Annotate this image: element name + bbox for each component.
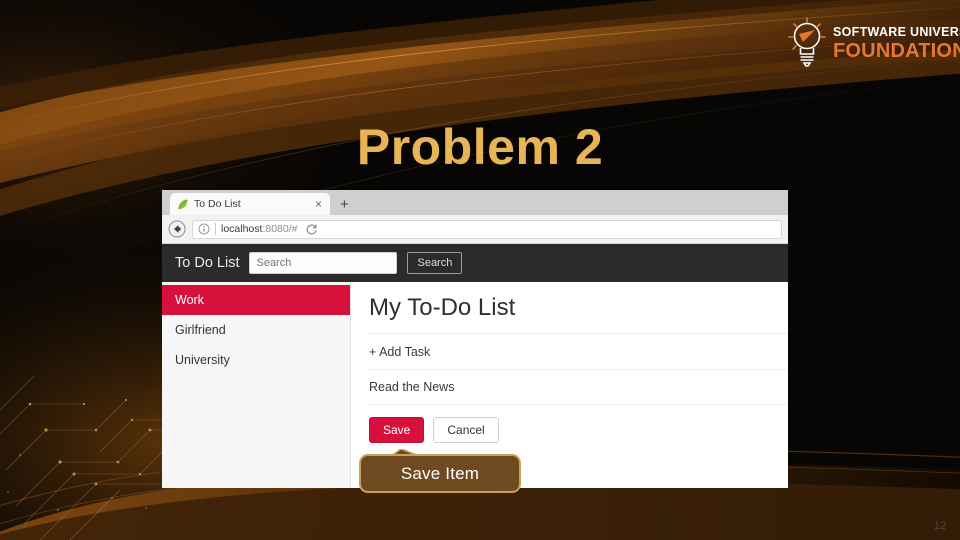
cancel-button[interactable]: Cancel (433, 417, 499, 443)
task-list-item[interactable]: Read the News (369, 370, 788, 405)
callout-bubble: Save Item (359, 454, 521, 493)
logo-wordmark: SOFTWARE UNIVERSITY FOUNDATION (833, 23, 960, 61)
close-icon[interactable]: × (313, 198, 324, 210)
logo-line-2: FOUNDATION (833, 39, 960, 62)
app-navbar: To Do List Search (162, 244, 788, 282)
lightbulb-icon (788, 17, 826, 67)
category-sidebar: Work Girlfriend University (162, 282, 351, 488)
save-button[interactable]: Save (369, 417, 425, 443)
url-host: localhost (221, 223, 263, 235)
new-tab-button[interactable]: + (340, 197, 349, 212)
page-title: Problem 2 (356, 119, 604, 175)
sidebar-item-university[interactable]: University (162, 345, 350, 375)
browser-toolbar: localhost:8080/# (162, 215, 788, 244)
browser-tab[interactable]: To Do List × (170, 193, 330, 215)
task-form-actions: Save Cancel (369, 405, 788, 443)
sidebar-item-girlfriend[interactable]: Girlfriend (162, 315, 350, 345)
reload-icon[interactable] (303, 220, 321, 238)
slide-page-number: 12 (933, 520, 946, 532)
browser-window: To Do List × + localhost:8080/# To Do Li… (162, 190, 788, 488)
info-circle-icon[interactable] (198, 223, 210, 235)
callout-label: Save Item (400, 463, 480, 483)
address-bar-divider (215, 223, 216, 235)
search-input[interactable] (249, 252, 398, 274)
tab-title: To Do List (194, 198, 241, 210)
add-task-link[interactable]: + Add Task (369, 334, 788, 370)
back-arrow-icon[interactable] (168, 220, 186, 238)
browser-tabstrip: To Do List × + (162, 190, 788, 215)
address-bar-text: localhost:8080/# (221, 223, 298, 235)
green-leaf-icon (178, 199, 188, 209)
task-list-heading: My To-Do List (369, 282, 788, 334)
logo-line-1: SOFTWARE UNIVERSITY (833, 25, 960, 40)
address-bar[interactable]: localhost:8080/# (192, 219, 782, 239)
search-button[interactable]: Search (407, 252, 463, 274)
brand-logo: SOFTWARE UNIVERSITY FOUNDATION (788, 14, 960, 70)
slide-canvas: SOFTWARE UNIVERSITY FOUNDATION Problem 2… (0, 0, 960, 540)
url-path: :8080/# (262, 223, 298, 235)
annotation-callout: Save Item (359, 449, 521, 493)
app-brand[interactable]: To Do List (175, 255, 239, 271)
sidebar-item-work[interactable]: Work (162, 285, 350, 315)
